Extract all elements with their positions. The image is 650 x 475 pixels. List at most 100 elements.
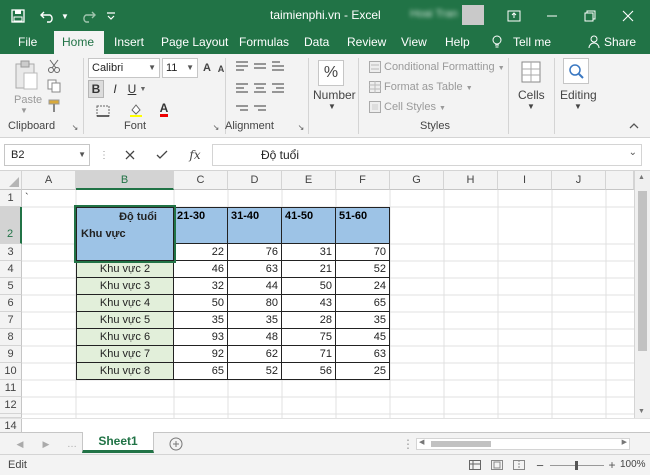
tab-review[interactable]: Review [339, 31, 394, 54]
redo-icon[interactable] [78, 7, 98, 25]
column-header-a[interactable]: A [22, 171, 76, 190]
table-value-cell[interactable]: 45 [336, 329, 390, 346]
table-value-cell[interactable]: 92 [174, 346, 228, 363]
table-value-cell[interactable]: 25 [336, 363, 390, 380]
tab-formulas[interactable]: Formulas [231, 31, 297, 54]
row-header-1[interactable]: 1 [0, 190, 22, 207]
table-value-cell[interactable]: 65 [174, 363, 228, 380]
tell-me-search[interactable]: Tell me [505, 31, 559, 54]
row-header-7[interactable]: 7 [0, 312, 22, 329]
table-value-cell[interactable]: 71 [282, 346, 336, 363]
row-header-3[interactable]: 3 [0, 244, 22, 261]
select-all-corner[interactable] [0, 171, 22, 190]
table-value-cell[interactable]: 50 [174, 295, 228, 312]
tab-data[interactable]: Data [296, 31, 337, 54]
row-label-cell[interactable]: Khu vực 7 [76, 346, 174, 363]
lightbulb-icon[interactable] [490, 35, 504, 49]
drag-handle-icon[interactable]: ⋮ [99, 148, 109, 162]
cells-icon[interactable] [520, 60, 542, 84]
fill-color-icon[interactable] [128, 102, 144, 118]
table-value-cell[interactable]: 35 [174, 312, 228, 329]
column-header-h[interactable]: H [444, 171, 498, 190]
tab-view[interactable]: View [393, 31, 435, 54]
font-name-box[interactable]: Calibri ▼ [88, 58, 160, 78]
format-as-table-button[interactable]: Format as Table ▼ [384, 81, 473, 93]
confirm-entry-icon[interactable] [154, 147, 170, 163]
save-icon[interactable] [8, 7, 28, 25]
increase-font-icon[interactable]: A [200, 60, 214, 76]
search-icon[interactable] [563, 58, 589, 84]
alignment-launcher-icon[interactable]: ↘ [296, 122, 306, 132]
tab-home[interactable]: Home [54, 31, 104, 54]
insert-function-icon[interactable]: fx [186, 146, 204, 164]
cell-styles-icon[interactable] [368, 100, 382, 114]
tab-file[interactable]: File [10, 31, 45, 54]
cell-d2[interactable]: 31-40 [228, 207, 282, 244]
sheet-more-icon[interactable]: … [66, 437, 78, 451]
table-value-cell[interactable]: 21 [282, 261, 336, 278]
cells-dropdown-icon[interactable]: ▼ [527, 102, 535, 111]
clipboard-launcher-icon[interactable]: ↘ [70, 122, 80, 132]
column-header-d[interactable]: D [228, 171, 282, 190]
paste-icon[interactable] [12, 58, 40, 92]
scroll-down-icon[interactable]: ▼ [638, 408, 645, 415]
row-label-cell[interactable]: Khu vực 6 [76, 329, 174, 346]
row-header-2[interactable]: 2 [0, 207, 22, 244]
table-value-cell[interactable]: 80 [228, 295, 282, 312]
hscroll-thumb[interactable] [431, 441, 491, 447]
percent-icon[interactable]: % [318, 60, 344, 86]
close-icon[interactable] [606, 0, 650, 31]
italic-button[interactable]: I [108, 80, 122, 98]
row-label-cell[interactable]: Khu vực 5 [76, 312, 174, 329]
copy-icon[interactable] [46, 78, 62, 94]
row-header-10[interactable]: 10 [0, 363, 22, 380]
alignment-icons[interactable] [232, 58, 292, 118]
table-value-cell[interactable]: 50 [282, 278, 336, 295]
scroll-left-icon[interactable]: ◀ [419, 438, 424, 446]
table-value-cell[interactable]: 52 [336, 261, 390, 278]
avatar[interactable] [462, 5, 484, 25]
row-header-14[interactable]: 14 [0, 419, 22, 433]
row-label-cell[interactable]: Khu vực 4 [76, 295, 174, 312]
table-value-cell[interactable]: 52 [228, 363, 282, 380]
table-value-cell[interactable]: 35 [336, 312, 390, 329]
table-value-cell[interactable]: 28 [282, 312, 336, 329]
zoom-out-icon[interactable]: − [534, 458, 546, 473]
sheet-tab-sheet1[interactable]: Sheet1 [82, 432, 154, 453]
font-size-box[interactable]: 11 ▼ [162, 58, 198, 78]
table-value-cell[interactable]: 24 [336, 278, 390, 295]
sheet-next-icon[interactable]: ▶ [40, 437, 52, 451]
table-value-cell[interactable]: 76 [228, 244, 282, 261]
underline-button[interactable]: U [125, 80, 139, 98]
zoom-slider-thumb[interactable] [575, 461, 578, 470]
column-header-f[interactable]: F [336, 171, 390, 190]
paste-button[interactable]: Paste [14, 94, 42, 106]
column-header-j[interactable]: J [552, 171, 606, 190]
table-value-cell[interactable]: 48 [228, 329, 282, 346]
row-header-12[interactable]: 12 [0, 397, 22, 414]
zoom-slider[interactable] [550, 461, 604, 470]
zoom-level[interactable]: 100% [620, 459, 646, 470]
underline-dropdown-icon[interactable]: ▼ [139, 82, 147, 96]
table-value-cell[interactable]: 93 [174, 329, 228, 346]
split-handle-icon[interactable]: ⋮ [402, 437, 414, 451]
table-value-cell[interactable]: 31 [282, 244, 336, 261]
table-value-cell[interactable]: 63 [228, 261, 282, 278]
cell-styles-button[interactable]: Cell Styles ▼ [384, 101, 446, 113]
column-header-g[interactable]: G [390, 171, 444, 190]
name-box[interactable]: B2 ▼ [4, 144, 90, 166]
row-header-9[interactable]: 9 [0, 346, 22, 363]
cells-button[interactable]: Cells [518, 88, 545, 102]
normal-view-icon[interactable] [468, 459, 482, 471]
collapse-ribbon-icon[interactable] [627, 120, 641, 132]
cell-c2[interactable]: 21-30 [174, 207, 228, 244]
editing-dropdown-icon[interactable]: ▼ [574, 102, 582, 111]
scroll-thumb[interactable] [638, 191, 647, 351]
page-layout-view-icon[interactable] [490, 459, 504, 471]
number-dropdown-icon[interactable]: ▼ [328, 102, 336, 111]
scroll-up-icon[interactable]: ▲ [638, 174, 645, 181]
cut-icon[interactable] [46, 58, 62, 74]
sheet-prev-icon[interactable]: ◀ [14, 437, 26, 451]
chevron-down-icon[interactable]: ▼ [186, 59, 194, 77]
table-value-cell[interactable]: 62 [228, 346, 282, 363]
